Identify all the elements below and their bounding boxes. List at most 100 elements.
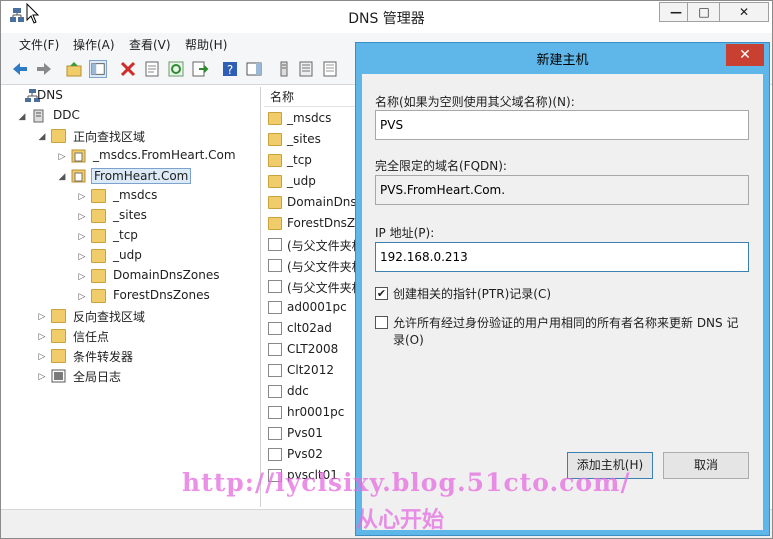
dialog-body: 名称(如果为空则使用其父域名称)(N): 完全限定的域名(FQDN): IP 地…	[362, 74, 763, 530]
list-item-label: hr0001pc	[287, 405, 345, 419]
name-field[interactable]	[375, 110, 749, 140]
log-icon	[51, 369, 66, 383]
zone-list-icon[interactable]	[297, 60, 315, 78]
menu-help[interactable]: 帮助(H)	[185, 36, 227, 53]
expand-arrow-icon[interactable]: ▷	[77, 230, 87, 244]
collapse-arrow-icon[interactable]: ◢	[17, 110, 27, 124]
expand-arrow-icon[interactable]: ▷	[57, 150, 67, 164]
record-icon	[268, 448, 282, 461]
record-icon	[268, 427, 282, 440]
folder-icon	[91, 189, 106, 203]
folder-icon	[268, 154, 282, 167]
allow-update-label-line2[interactable]: 录(O)	[393, 331, 424, 348]
ip-label: IP 地址(P):	[375, 226, 435, 240]
tree-toggle[interactable]	[11, 90, 21, 104]
ptr-checkbox[interactable]: ✔	[375, 287, 388, 300]
back-icon[interactable]	[11, 60, 29, 78]
record-icon	[268, 364, 282, 377]
folder-icon	[51, 309, 66, 323]
folder-icon	[268, 175, 282, 188]
list-item-label: Pvs02	[287, 447, 323, 461]
record-list-icon[interactable]	[321, 60, 339, 78]
tree-node-label: DomainDnsZones	[113, 268, 220, 282]
show-hide-tree-icon[interactable]	[89, 60, 107, 78]
new-host-dialog: 新建主机 ✕ 名称(如果为空则使用其父域名称)(N): 完全限定的域名(FQDN…	[355, 42, 770, 536]
tree-node-label: _udp	[113, 248, 142, 262]
folder-icon	[268, 217, 282, 230]
expand-arrow-icon[interactable]: ▷	[37, 310, 47, 324]
tree-node-label: _msdcs.FromHeart.Com	[93, 148, 236, 162]
menu-action[interactable]: 操作(A)	[73, 36, 115, 53]
window-title: DNS 管理器	[348, 11, 425, 27]
tree-node-label: _sites	[113, 208, 147, 222]
tree-node-label: 正向查找区域	[73, 130, 146, 144]
record-icon	[268, 280, 282, 293]
fqdn-label: 完全限定的域名(FQDN):	[375, 159, 507, 173]
list-item-label: _tcp	[287, 153, 312, 167]
list-item-label: (与父文件夹相	[287, 281, 364, 295]
list-item-label: clt02ad	[287, 321, 332, 335]
column-header-name[interactable]: 名称	[264, 87, 364, 107]
close-button[interactable]: ✕	[719, 2, 769, 22]
collapse-arrow-icon[interactable]: ◢	[37, 130, 47, 144]
export-list-icon[interactable]	[191, 60, 209, 78]
list-item-label: ddc	[287, 384, 309, 398]
allow-update-label-line1[interactable]: 允许所有经过身份验证的用户用相同的所有者名称来更新 DNS 记	[393, 314, 738, 331]
help-icon[interactable]: ?	[221, 60, 239, 78]
cancel-button[interactable]: 取消	[663, 452, 749, 479]
server-list-icon[interactable]	[275, 60, 293, 78]
tree-node-label: _msdcs	[113, 188, 158, 202]
allow-update-checkbox[interactable]	[375, 316, 388, 329]
tree-node-label: FromHeart.Com	[91, 168, 192, 184]
list-item-label: DomainDnsZ	[287, 195, 365, 209]
tree-node-label: 全局日志	[73, 370, 122, 384]
delete-icon[interactable]	[119, 60, 137, 78]
ip-address-field[interactable]	[375, 242, 749, 272]
expand-arrow-icon[interactable]: ▷	[77, 290, 87, 304]
folder-icon	[268, 196, 282, 209]
watermark-text: 从心开始	[356, 507, 445, 533]
menu-file[interactable]: 文件(F)	[19, 36, 59, 53]
expand-arrow-icon[interactable]: ▷	[77, 270, 87, 284]
expand-arrow-icon[interactable]: ▷	[77, 250, 87, 264]
expand-arrow-icon[interactable]: ▷	[37, 350, 47, 364]
collapse-arrow-icon[interactable]: ◢	[57, 170, 67, 184]
check-icon: ✔	[376, 287, 387, 300]
tree-node-label: 信任点	[73, 330, 110, 344]
restore-button[interactable]: □	[687, 2, 721, 22]
up-folder-icon[interactable]	[65, 60, 83, 78]
expand-arrow-icon[interactable]: ▷	[77, 190, 87, 204]
expand-arrow-icon[interactable]: ▷	[37, 330, 47, 344]
expand-arrow-icon[interactable]: ▷	[77, 210, 87, 224]
fqdn-field	[375, 175, 749, 205]
folder-icon	[268, 112, 282, 125]
folder-icon	[51, 329, 66, 343]
folder-icon	[91, 249, 106, 263]
record-icon	[268, 406, 282, 419]
list-item-label: _msdcs	[287, 111, 332, 125]
properties-icon[interactable]	[143, 60, 161, 78]
expand-arrow-icon[interactable]: ▷	[37, 370, 47, 384]
show-action-pane-icon[interactable]	[245, 60, 263, 78]
list-item-label: CLT2008	[287, 342, 339, 356]
list-item-label: ad0001pc	[287, 300, 347, 314]
folder-icon	[91, 269, 106, 283]
watermark-url: http://lyclsixy.blog.51cto.com/	[182, 468, 631, 497]
record-icon	[268, 259, 282, 272]
console-tree: DNS ◢ DDC ◢ 正向查找区域 ▷ _msdcs.FromHeart.Co…	[7, 87, 261, 507]
record-icon	[268, 238, 282, 251]
forward-icon[interactable]	[35, 60, 53, 78]
tree-node-label: DDC	[53, 108, 80, 122]
list-item-label: (与父文件夹相	[287, 239, 364, 253]
folder-icon	[51, 349, 66, 363]
menu-view[interactable]: 查看(V)	[129, 36, 171, 53]
refresh-icon[interactable]	[167, 60, 185, 78]
ptr-label[interactable]: 创建相关的指针(PTR)记录(C)	[393, 285, 551, 302]
list-item-label: Clt2012	[287, 363, 334, 377]
dialog-close-button[interactable]: ✕	[726, 44, 764, 66]
tree-node-label: 反向查找区域	[73, 310, 146, 324]
record-icon	[268, 322, 282, 335]
zone-icon	[71, 169, 86, 183]
records-list: 名称 _msdcs _sites _tcp _udp DomainDnsZ ForestD…	[264, 87, 365, 507]
folder-icon	[91, 209, 106, 223]
